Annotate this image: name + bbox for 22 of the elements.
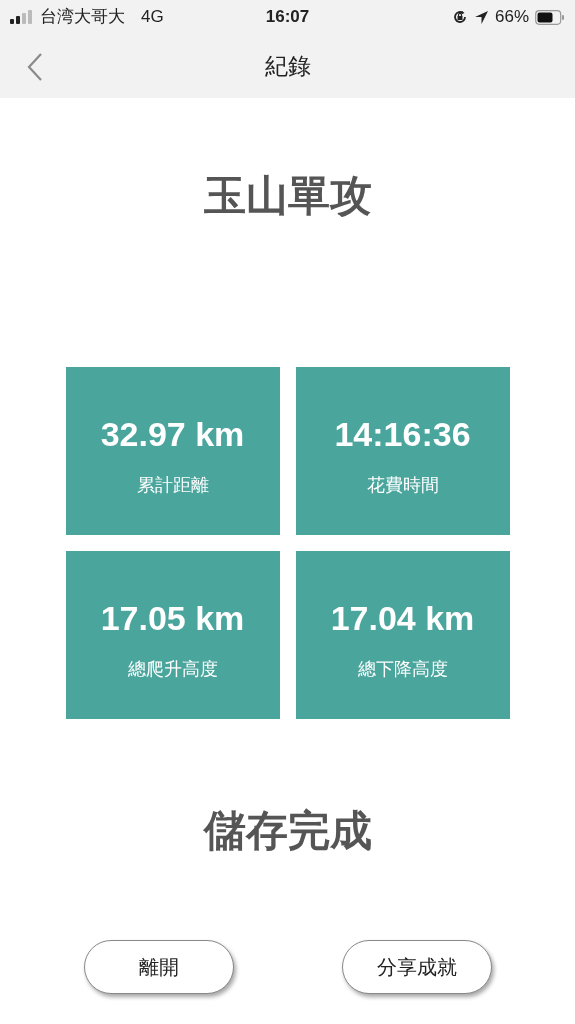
stat-label: 累計距離 <box>136 474 209 497</box>
clock-time: 16:07 <box>265 6 310 29</box>
rotation-lock-icon <box>451 9 468 25</box>
back-chevron-icon <box>27 52 43 82</box>
stat-label: 總下降高度 <box>357 658 448 681</box>
status-message: 儲存完成 <box>203 806 372 856</box>
signal-icon <box>10 10 34 24</box>
stat-value: 17.05 km <box>100 598 245 639</box>
route-title: 玉山單攻 <box>203 171 372 221</box>
action-button[interactable]: 分享成就 <box>341 940 492 994</box>
stat-label: 花費時間 <box>366 474 439 497</box>
stat-value: 14:16:36 <box>334 414 471 455</box>
stat-label: 總爬升高度 <box>127 658 218 681</box>
carrier-name: 台湾大哥大 <box>40 6 125 29</box>
action-button[interactable]: 離開 <box>83 940 234 994</box>
battery-icon <box>535 9 565 25</box>
network-type: 4G <box>141 6 164 29</box>
location-arrow-icon <box>473 9 489 25</box>
battery-percent: 66% <box>494 6 529 29</box>
page-title: 紀錄 <box>264 51 311 81</box>
stat-value: 17.04 km <box>330 598 475 639</box>
stat-value: 32.97 km <box>100 414 245 455</box>
